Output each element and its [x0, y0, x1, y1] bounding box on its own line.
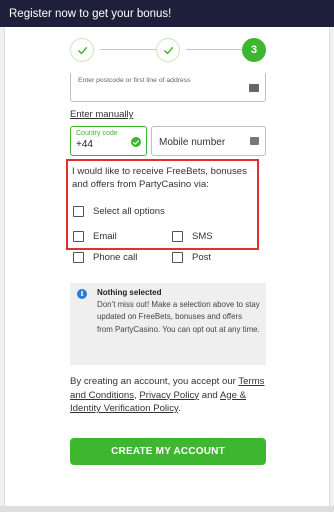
- address-placeholder: Enter postcode or first line of address: [78, 77, 191, 84]
- check-icon: [163, 46, 173, 54]
- notice-body: Don’t miss out! Make a selection above t…: [97, 300, 260, 334]
- step-connector: [100, 49, 158, 50]
- header-bar: Register now to get your bonus!: [0, 0, 334, 27]
- select-all-label: Select all options: [93, 206, 165, 217]
- header-title: Register now to get your bonus!: [9, 8, 172, 20]
- privacy-policy-link[interactable]: Privacy Policy: [139, 390, 199, 401]
- sms-label: SMS: [192, 231, 213, 242]
- enter-manually-link[interactable]: Enter manually: [70, 109, 133, 120]
- country-code-label: Country code: [76, 130, 118, 137]
- checkbox-box[interactable]: [73, 206, 84, 217]
- post-label: Post: [192, 252, 212, 263]
- country-code-value: +44: [76, 139, 93, 150]
- left-frame-edge: [0, 27, 5, 512]
- country-code-field[interactable]: Country code +44: [70, 126, 147, 156]
- legal-suffix: .: [178, 403, 181, 414]
- post-checkbox[interactable]: Post: [172, 251, 211, 264]
- legal-text: By creating an account, you accept our T…: [70, 375, 266, 416]
- step-connector: [186, 49, 242, 50]
- step-2-complete: [156, 38, 180, 62]
- legal-and: and: [201, 389, 218, 401]
- marketing-preferences-title: I would like to receive FreeBets, bonuse…: [72, 166, 247, 190]
- checkbox-box[interactable]: [73, 231, 84, 242]
- step-3-current: 3: [242, 38, 266, 62]
- info-icon: i: [77, 289, 87, 299]
- valid-check-icon: [131, 137, 141, 147]
- checkbox-box[interactable]: [73, 252, 84, 263]
- select-all-checkbox[interactable]: Select all options: [73, 205, 165, 218]
- check-icon: [77, 46, 87, 54]
- keypad-icon: [250, 137, 259, 145]
- progress-stepper: 3: [70, 38, 266, 62]
- create-account-button[interactable]: CREATE MY ACCOUNT: [70, 438, 266, 465]
- mobile-number-input[interactable]: Mobile number: [151, 126, 266, 156]
- right-frame-edge: [329, 27, 334, 512]
- checkbox-box[interactable]: [172, 252, 183, 263]
- legal-prefix: By creating an account, you accept our: [70, 376, 236, 387]
- bottom-frame-edge: [0, 506, 334, 512]
- nothing-selected-notice: i Nothing selected Don’t miss out! Make …: [70, 283, 266, 365]
- marketing-preferences: I would like to receive FreeBets, bonuse…: [66, 159, 259, 263]
- email-checkbox[interactable]: Email: [73, 230, 117, 243]
- address-search-input[interactable]: Enter postcode or first line of address: [70, 73, 266, 102]
- checkbox-box[interactable]: [172, 231, 183, 242]
- address-lookup-icon: [249, 84, 259, 92]
- phone-call-checkbox[interactable]: Phone call: [73, 251, 137, 264]
- step-1-complete: [70, 38, 94, 62]
- sms-checkbox[interactable]: SMS: [172, 230, 213, 243]
- mobile-placeholder: Mobile number: [159, 137, 226, 148]
- notice-title: Nothing selected: [97, 288, 162, 297]
- phone-call-label: Phone call: [93, 252, 138, 263]
- email-label: Email: [93, 231, 117, 242]
